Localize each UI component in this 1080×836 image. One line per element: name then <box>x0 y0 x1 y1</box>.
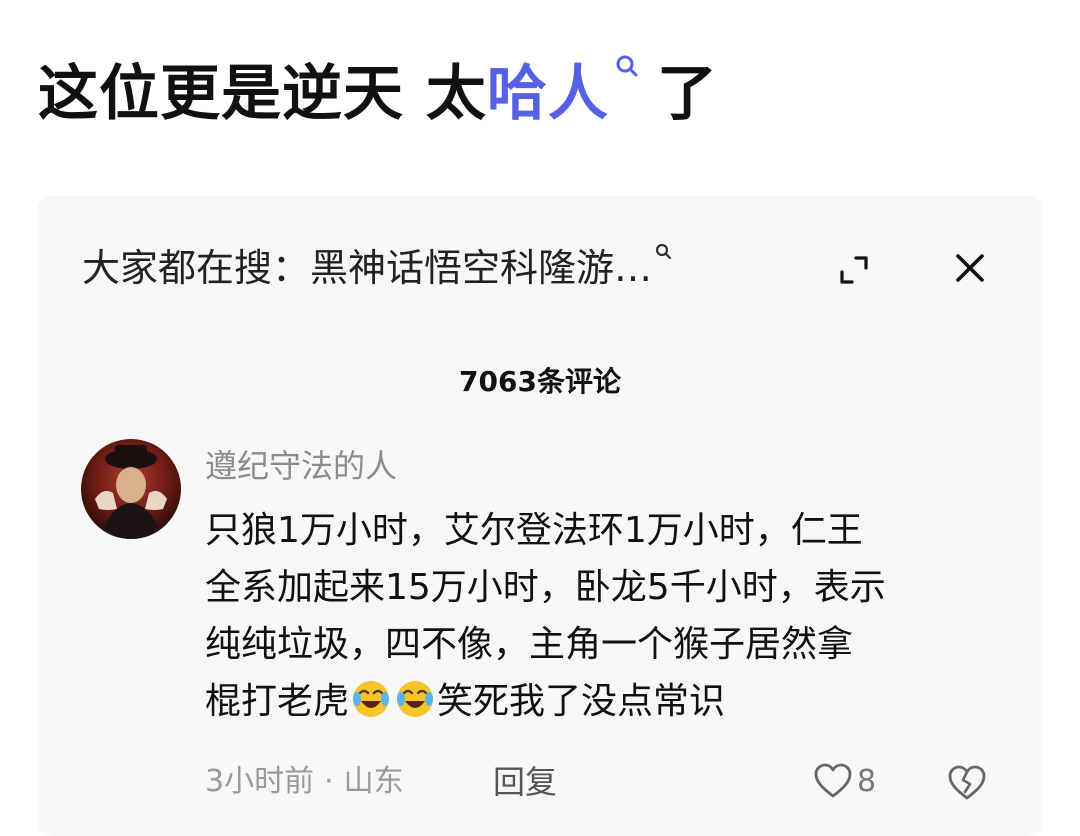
post-title-keyword-link[interactable]: 哈人 <box>487 59 609 129</box>
comment-location: 山东 <box>343 764 404 799</box>
comment-text-segment: 笑死我了没点常识 <box>437 681 726 722</box>
search-icon[interactable] <box>609 55 657 132</box>
trending-search-prefix: 大家都在搜： <box>82 246 311 290</box>
close-icon[interactable] <box>950 248 990 288</box>
laughing-crying-emoji <box>397 681 434 717</box>
expand-icon[interactable] <box>836 252 872 288</box>
reply-button[interactable]: 回复 <box>493 760 557 804</box>
like-count: 8 <box>857 763 877 799</box>
comment-text-segment: 棍打老虎 <box>205 681 350 722</box>
trending-search-query[interactable]: 黑神话悟空科隆游… <box>310 246 652 290</box>
post-title-text: 这位更是逆天 太 <box>38 59 487 129</box>
comments-panel: 大家都在搜：黑神话悟空科隆游… 7063条评论 遵纪守法的人 只狼1万小时，艾尔… <box>38 196 1042 836</box>
comment-username[interactable]: 遵纪守法的人 <box>205 444 397 488</box>
comment-text-line: 棍打老虎 笑死我了没点常识 <box>205 673 1005 730</box>
trending-search-bar[interactable]: 大家都在搜：黑神话悟空科隆游… <box>82 240 676 296</box>
search-icon[interactable] <box>652 240 676 296</box>
like-button[interactable]: 8 <box>813 762 876 802</box>
post-title-suffix: 了 <box>656 59 718 129</box>
post-title: 这位更是逆天 太哈人了 <box>38 55 718 132</box>
comment-text-line: 纯纯垃圾，四不像，主角一个猴子居然拿 <box>205 624 854 665</box>
comment-meta: 3小时前 · 山东 <box>205 760 404 804</box>
heart-icon <box>814 763 852 798</box>
broken-heart-icon[interactable] <box>946 762 988 804</box>
comment-time: 3小时前 <box>205 764 315 799</box>
comment-text-line: 只狼1万小时，艾尔登法环1万小时，仁王 <box>205 510 863 551</box>
avatar[interactable] <box>81 439 181 539</box>
meta-separator: · <box>324 764 334 799</box>
comment-text: 只狼1万小时，艾尔登法环1万小时，仁王 全系加起来15万小时，卧龙5千小时，表示… <box>205 502 1005 730</box>
comment-count-heading: 7063条评论 <box>459 365 621 398</box>
laughing-crying-emoji <box>353 681 390 717</box>
comment-text-line: 全系加起来15万小时，卧龙5千小时，表示 <box>205 567 886 608</box>
